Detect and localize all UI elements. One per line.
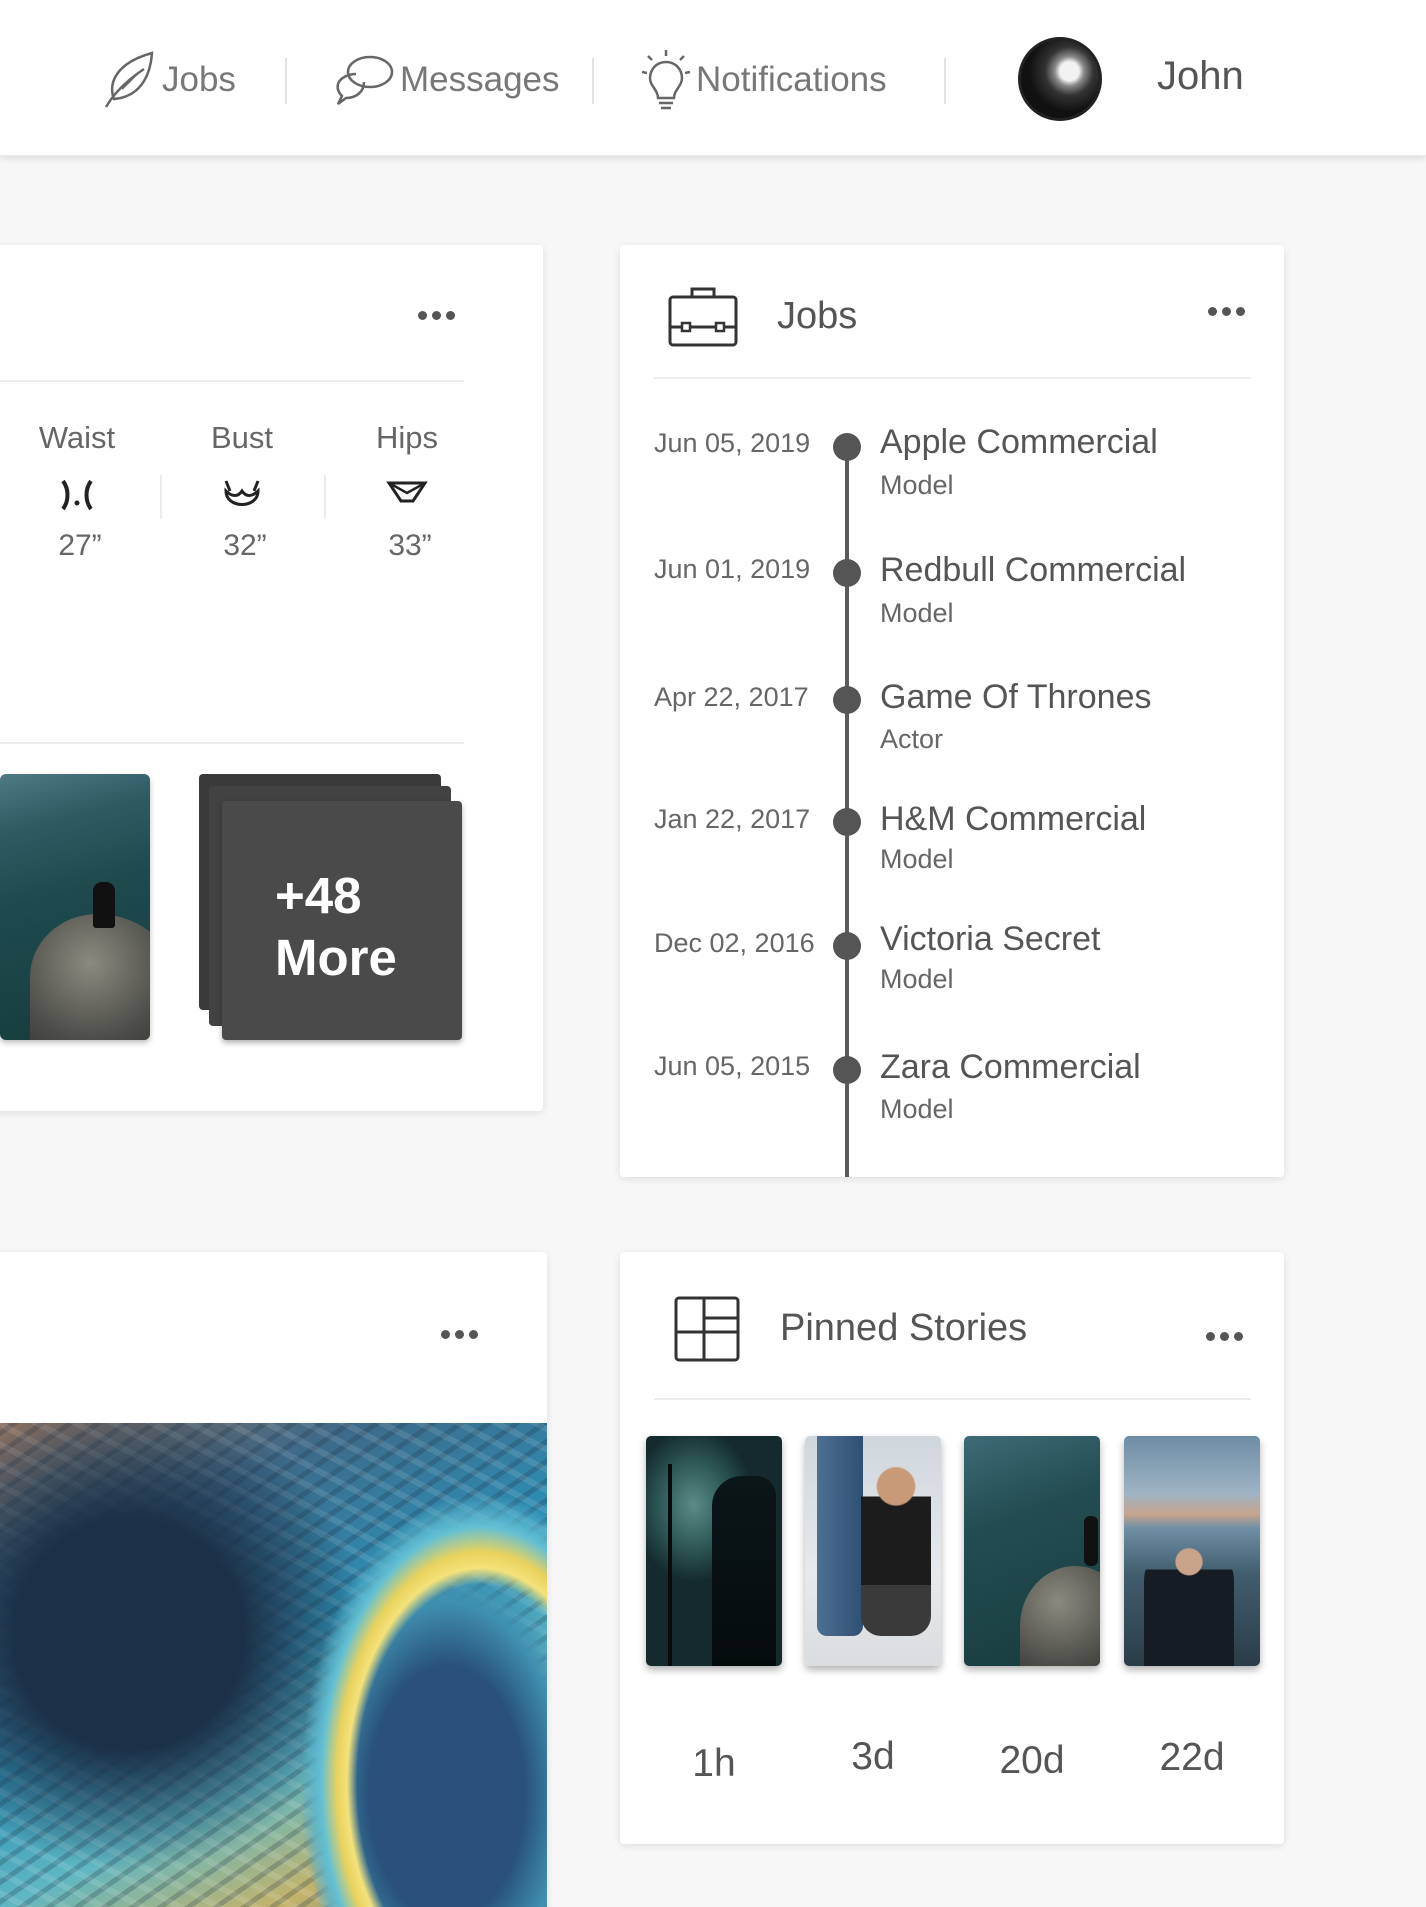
measure-label-bust: Bust xyxy=(210,420,274,455)
card-divider xyxy=(0,742,464,744)
story-thumbnail[interactable] xyxy=(964,1436,1100,1666)
top-navigation: Jobs Messages Notifications John xyxy=(0,0,1426,156)
nav-notifications[interactable]: Notifications xyxy=(640,48,887,112)
lightbulb-icon xyxy=(641,50,691,110)
job-title[interactable]: Game Of Thrones xyxy=(880,678,1152,717)
measure-value-bust: 32” xyxy=(223,529,267,562)
job-date: Jun 05, 2019 xyxy=(654,428,811,458)
pinned-stories-title: Pinned Stories xyxy=(780,1307,1028,1349)
nav-notifications-label: Notifications xyxy=(696,60,887,99)
portfolio-photo[interactable] xyxy=(0,774,150,1040)
card-divider xyxy=(654,377,1251,379)
timeline-dot xyxy=(833,559,861,587)
job-role: Model xyxy=(880,598,954,628)
job-title[interactable]: Apple Commercial xyxy=(880,423,1158,462)
photo-person-shape xyxy=(93,882,115,928)
chat-bubbles-icon xyxy=(336,55,394,105)
story-thumbnail[interactable] xyxy=(1124,1436,1260,1666)
more-photos-label[interactable]: +48 More xyxy=(210,865,450,989)
more-options-icon[interactable] xyxy=(441,1330,478,1339)
nav-messages-label: Messages xyxy=(400,60,560,99)
timeline-dot xyxy=(833,808,861,836)
more-word: More xyxy=(275,929,397,986)
timeline-dot xyxy=(833,433,861,461)
nav-jobs-label: Jobs xyxy=(162,60,236,99)
job-date: Apr 22, 2017 xyxy=(654,682,809,712)
timeline-dot xyxy=(833,686,861,714)
job-date: Jan 22, 2017 xyxy=(654,804,811,834)
nav-divider xyxy=(592,58,594,104)
measure-value-waist: 27” xyxy=(58,529,102,562)
pinned-stories-card: Pinned Stories 1h 3d 20d 22d xyxy=(620,1252,1284,1844)
artwork-image[interactable] xyxy=(0,1423,547,1907)
bust-icon xyxy=(182,477,302,517)
more-options-icon[interactable] xyxy=(418,311,455,320)
measure-value-hips: 33” xyxy=(388,529,432,562)
nav-jobs[interactable]: Jobs xyxy=(100,48,236,112)
measure-divider xyxy=(160,475,162,519)
nav-divider xyxy=(944,58,946,104)
measure-label-waist: Waist xyxy=(38,420,116,455)
layout-grid-icon xyxy=(674,1296,740,1362)
jobs-card-title: Jobs xyxy=(777,295,858,337)
job-title[interactable]: H&M Commercial xyxy=(880,800,1146,839)
card-divider xyxy=(0,380,464,382)
job-title[interactable]: Zara Commercial xyxy=(880,1048,1141,1087)
leaf-icon xyxy=(104,51,154,108)
story-thumbnail[interactable] xyxy=(805,1436,941,1666)
photo-rock-shape xyxy=(30,914,150,1040)
measure-divider xyxy=(324,475,326,519)
more-options-icon[interactable] xyxy=(1208,307,1245,316)
story-time: 1h xyxy=(692,1742,736,1785)
job-role: Model xyxy=(880,844,954,874)
card-divider xyxy=(654,1398,1251,1400)
job-date: Dec 02, 2016 xyxy=(654,928,815,958)
job-title[interactable]: Victoria Secret xyxy=(880,920,1100,959)
story-time: 20d xyxy=(999,1739,1065,1782)
more-count: +48 xyxy=(275,867,362,924)
job-role: Model xyxy=(880,470,954,500)
waist-icon xyxy=(17,477,137,517)
artwork-card xyxy=(0,1252,547,1907)
hips-icon xyxy=(347,477,467,517)
timeline-dot xyxy=(833,1056,861,1084)
job-role: Model xyxy=(880,964,954,994)
job-date: Jun 05, 2015 xyxy=(654,1051,811,1081)
user-name[interactable]: John xyxy=(1157,54,1244,99)
story-time: 22d xyxy=(1159,1736,1225,1779)
profile-card: Waist 27” Bust 32” Hips 33” +48 More xyxy=(0,245,543,1111)
briefcase-icon xyxy=(668,287,738,347)
nav-messages[interactable]: Messages xyxy=(334,48,560,112)
job-date: Jun 01, 2019 xyxy=(654,554,811,584)
story-thumbnail[interactable] xyxy=(646,1436,782,1666)
timeline-dot xyxy=(833,932,861,960)
story-time: 3d xyxy=(851,1735,895,1778)
user-avatar[interactable] xyxy=(1018,37,1102,121)
nav-divider xyxy=(285,58,287,104)
more-options-icon[interactable] xyxy=(1206,1332,1243,1341)
jobs-card: Jobs Jun 05, 2019 Apple Commercial Model… xyxy=(620,245,1284,1177)
job-role: Actor xyxy=(880,724,944,754)
job-title[interactable]: Redbull Commercial xyxy=(880,551,1186,590)
measure-label-hips: Hips xyxy=(375,420,438,455)
job-role: Model xyxy=(880,1094,954,1124)
